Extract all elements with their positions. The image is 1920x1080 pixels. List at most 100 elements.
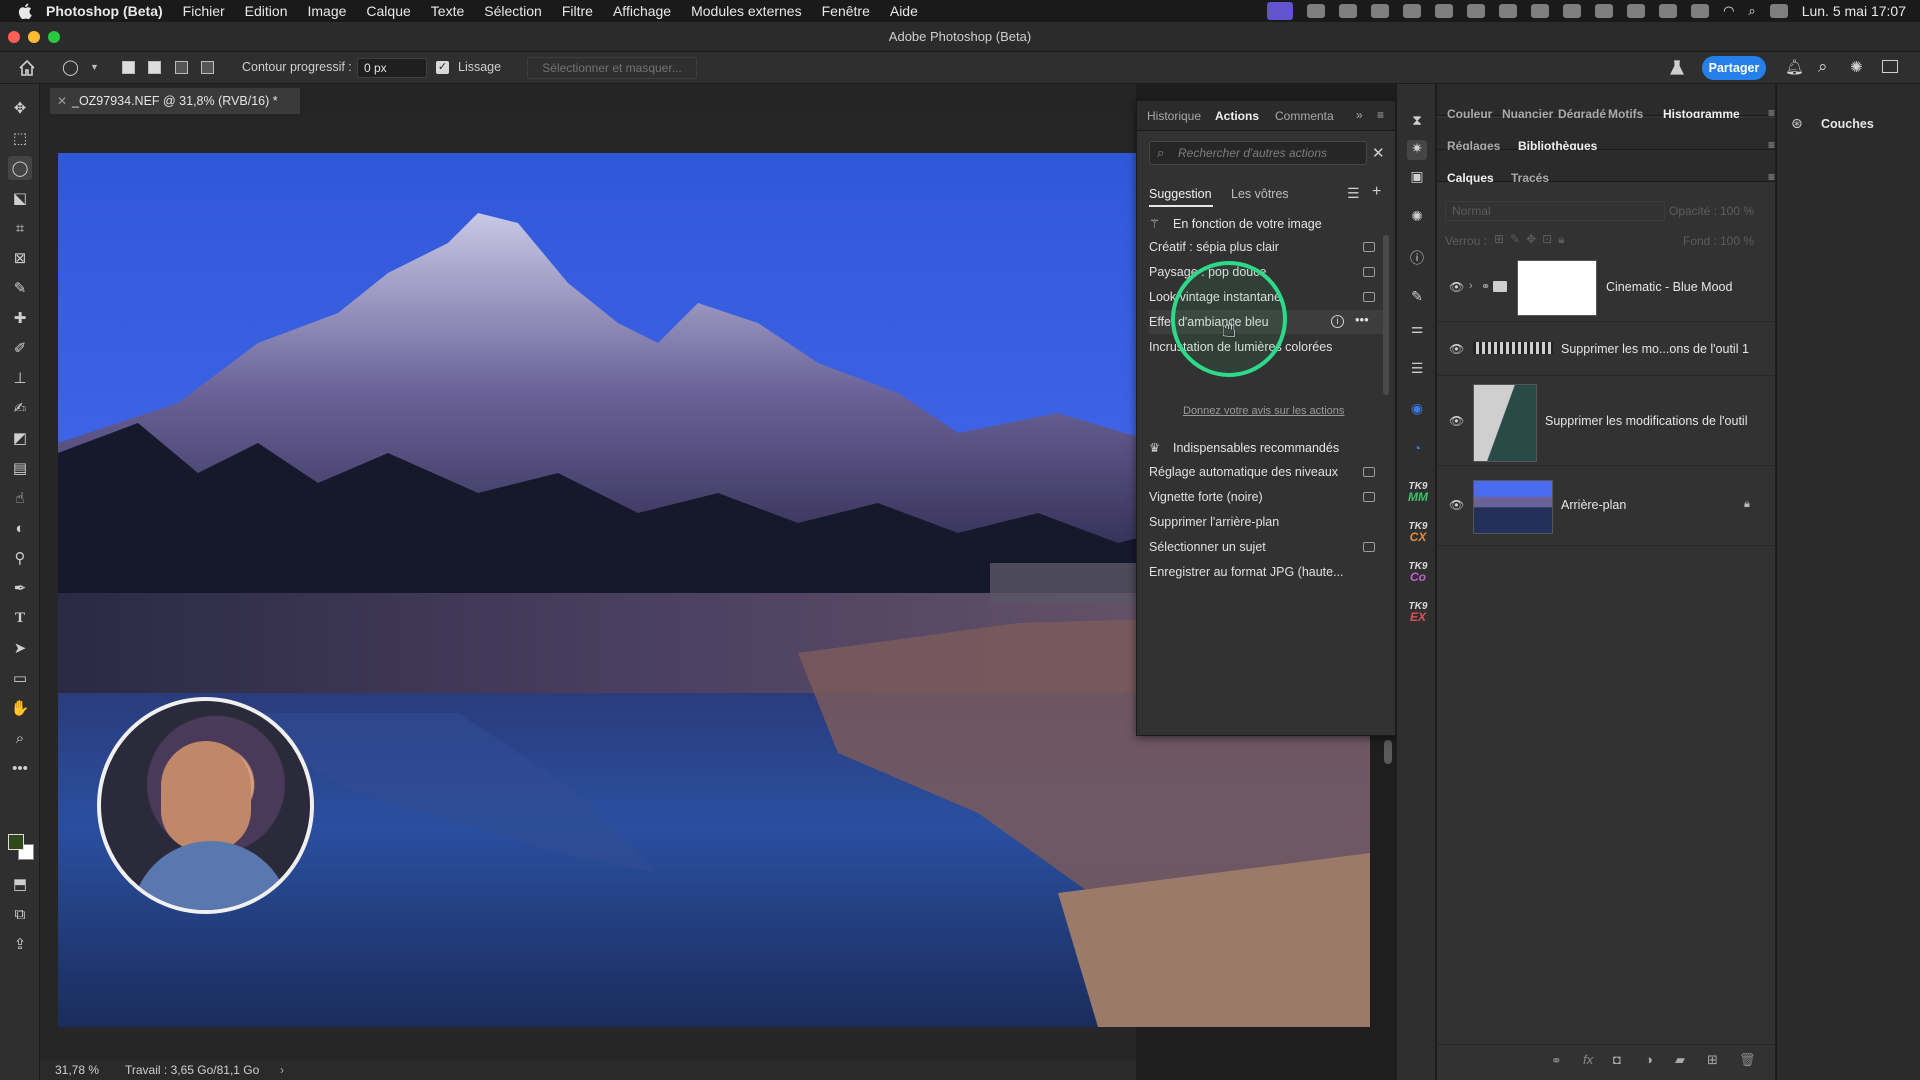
tk9-co-icon[interactable]: TK9 Co [1405,562,1431,584]
plugin-blue-icon[interactable]: ◉ [1407,400,1427,420]
status-icon-12[interactable] [1659,4,1678,18]
link-layers-icon[interactable]: ⚭ [1551,1053,1562,1069]
adjustments-icon[interactable]: ⚌ [1407,320,1427,340]
blend-mode-select[interactable]: Normal [1445,201,1665,221]
eraser-tool-icon[interactable]: ◩ [10,428,30,448]
new-selection-icon[interactable] [122,61,135,74]
visibility-eye-icon[interactable]: 👁︎ [1449,280,1464,294]
visibility-eye-icon[interactable]: 👁︎ [1449,342,1464,356]
more-tools-icon[interactable]: ••• [10,758,30,778]
new-layer-icon[interactable]: ⊞ [1707,1052,1718,1068]
feather-input[interactable]: 0 px [357,58,427,78]
feedback-link[interactable]: Donnez votre avis sur les actions [1183,405,1344,417]
screen-mode-icon[interactable]: ⧉ [10,904,30,924]
channels-label[interactable]: Couches [1821,117,1874,131]
path-selection-tool-icon[interactable]: ➤ [10,638,30,658]
generative-panel-icon[interactable]: ✺ [1407,208,1427,228]
menu-modules-externes[interactable]: Modules externes [691,3,802,19]
visibility-eye-icon[interactable]: 👁︎ [1449,498,1464,512]
action-item[interactable]: Vignette forte (noire) [1149,485,1385,509]
object-selection-tool-icon[interactable]: ⬕ [10,188,30,208]
clear-search-icon[interactable]: ✕ [1372,144,1385,162]
menu-fichier[interactable]: Fichier [183,3,225,19]
add-action-icon[interactable]: + [1372,183,1381,201]
play-action-icon[interactable] [1363,292,1375,302]
spotlight-search-icon[interactable]: ⌕ [1748,3,1755,19]
layer-row[interactable]: 👁︎ Supprimer les modifications de l'outi… [1437,376,1775,466]
apple-logo-icon[interactable] [18,3,32,19]
lasso-tool-button-icon[interactable]: ◯ [8,156,32,180]
status-icon-2[interactable] [1339,4,1358,18]
panel-overflow-icon[interactable]: » [1356,108,1363,122]
actions-scrollbar[interactable] [1383,235,1389,395]
tk9-cx-icon[interactable]: TK9 CX [1405,522,1431,544]
search-icon[interactable]: ⌕ [1818,57,1828,77]
history-brush-tool-icon[interactable]: ✍ [10,398,30,418]
layer-name[interactable]: Cinematic - Blue Mood [1606,280,1732,294]
menu-filtre[interactable]: Filtre [562,3,593,19]
layer-row[interactable]: 👁︎ Supprimer les mo...ons de l'outil 1 [1437,322,1775,376]
new-group-icon[interactable]: ▰ [1675,1052,1685,1068]
foreground-color-swatch[interactable] [8,834,24,850]
action-item[interactable]: Enregistrer au format JPG (haute... [1149,560,1385,584]
light-bulb-icon[interactable]: ✺ [1850,58,1863,76]
layer-row[interactable]: 👁︎ Arrière-plan 🔒︎ [1437,466,1775,546]
zoom-tool-icon[interactable]: ⌕ [10,728,30,748]
share-button[interactable]: Partager [1702,56,1766,80]
visibility-eye-icon[interactable]: 👁︎ [1449,414,1464,428]
lasso-tool-icon[interactable]: ◯ [62,58,79,76]
tk9-mm-icon[interactable]: TK9 MM [1405,482,1431,504]
comments-panel-icon[interactable]: ▣ [1407,168,1427,188]
lock-icon[interactable]: 🔒︎ [1744,498,1750,511]
sponge-tool-icon[interactable]: ⚲ [10,548,30,568]
frame-tool-icon[interactable]: ⊠ [10,248,30,268]
menu-fenetre[interactable]: Fenêtre [822,3,870,19]
brush-settings-icon[interactable]: ✎ [1407,288,1427,308]
move-tool-icon[interactable]: ✥ [10,98,30,118]
tab-traces[interactable]: Tracés [1511,171,1549,185]
chevron-right-icon[interactable]: › [280,1063,284,1077]
close-tab-icon[interactable]: ✕ [57,94,67,108]
tab-commentaires[interactable]: Commenta [1275,109,1334,123]
layer-name[interactable]: Supprimer les mo...ons de l'outil 1 [1561,342,1749,356]
crop-tool-icon[interactable]: ⌗ [10,218,30,238]
add-selection-icon[interactable] [148,61,161,74]
battery-icon[interactable] [1691,4,1710,18]
action-item[interactable]: Créatif : sépia plus clair [1149,235,1385,259]
subtab-les-votres[interactable]: Les vôtres [1231,187,1289,201]
play-action-icon[interactable] [1363,492,1375,502]
stamp-tool-icon[interactable]: ⊥ [10,368,30,388]
filter-icon[interactable]: ☰ [1347,185,1360,202]
tab-calques[interactable]: Calques [1447,171,1494,185]
clock[interactable]: Lun. 5 mai 17:07 [1802,3,1906,19]
marquee-tool-icon[interactable]: ⬚ [10,128,30,148]
status-icon-6[interactable] [1467,4,1486,18]
document-tab[interactable]: ✕ _OZ97934.NEF @ 31,8% (RVB/16) * [50,88,300,114]
plugin-pie-icon[interactable]: ◔ [1407,440,1427,460]
status-icon-7[interactable] [1499,4,1518,18]
status-icon-3[interactable] [1371,4,1390,18]
fx-icon[interactable]: fx [1583,1052,1593,1067]
menu-app-name[interactable]: Photoshop (Beta) [46,3,163,19]
play-action-icon[interactable] [1363,267,1375,277]
subtab-suggestion[interactable]: Suggestion [1149,187,1212,201]
fill-input[interactable]: 100 % [1720,234,1754,248]
status-icon-11[interactable] [1627,4,1646,18]
panel-menu-icon[interactable]: ≡ [1768,170,1775,184]
select-and-mask-button[interactable]: Sélectionner et masquer... [527,57,697,79]
lock-icons[interactable]: ⊞✎✥⊡🔒︎ [1494,232,1571,247]
layer-row[interactable]: 👁︎ › ⚭ Cinematic - Blue Mood [1437,256,1775,322]
status-icon-1[interactable] [1307,4,1326,18]
actions-panel-icon[interactable]: ✷ [1407,140,1427,160]
status-icon-9[interactable] [1563,4,1582,18]
history-panel-icon[interactable]: ⧗ [1407,112,1427,132]
antialias-checkbox[interactable]: ✓ [436,61,449,74]
brush-tool-icon[interactable]: ✐ [10,338,30,358]
actions-search-input[interactable]: Rechercher d'autres actions [1149,141,1367,165]
intersect-selection-icon[interactable] [201,61,214,74]
quick-mask-icon[interactable]: ⬒ [10,874,30,894]
flask-icon[interactable] [1668,59,1686,77]
info-panel-icon[interactable]: ⓘ [1407,248,1427,268]
action-item[interactable]: Supprimer l'arrière-plan [1149,510,1385,534]
action-item[interactable]: Réglage automatique des niveaux [1149,460,1385,484]
